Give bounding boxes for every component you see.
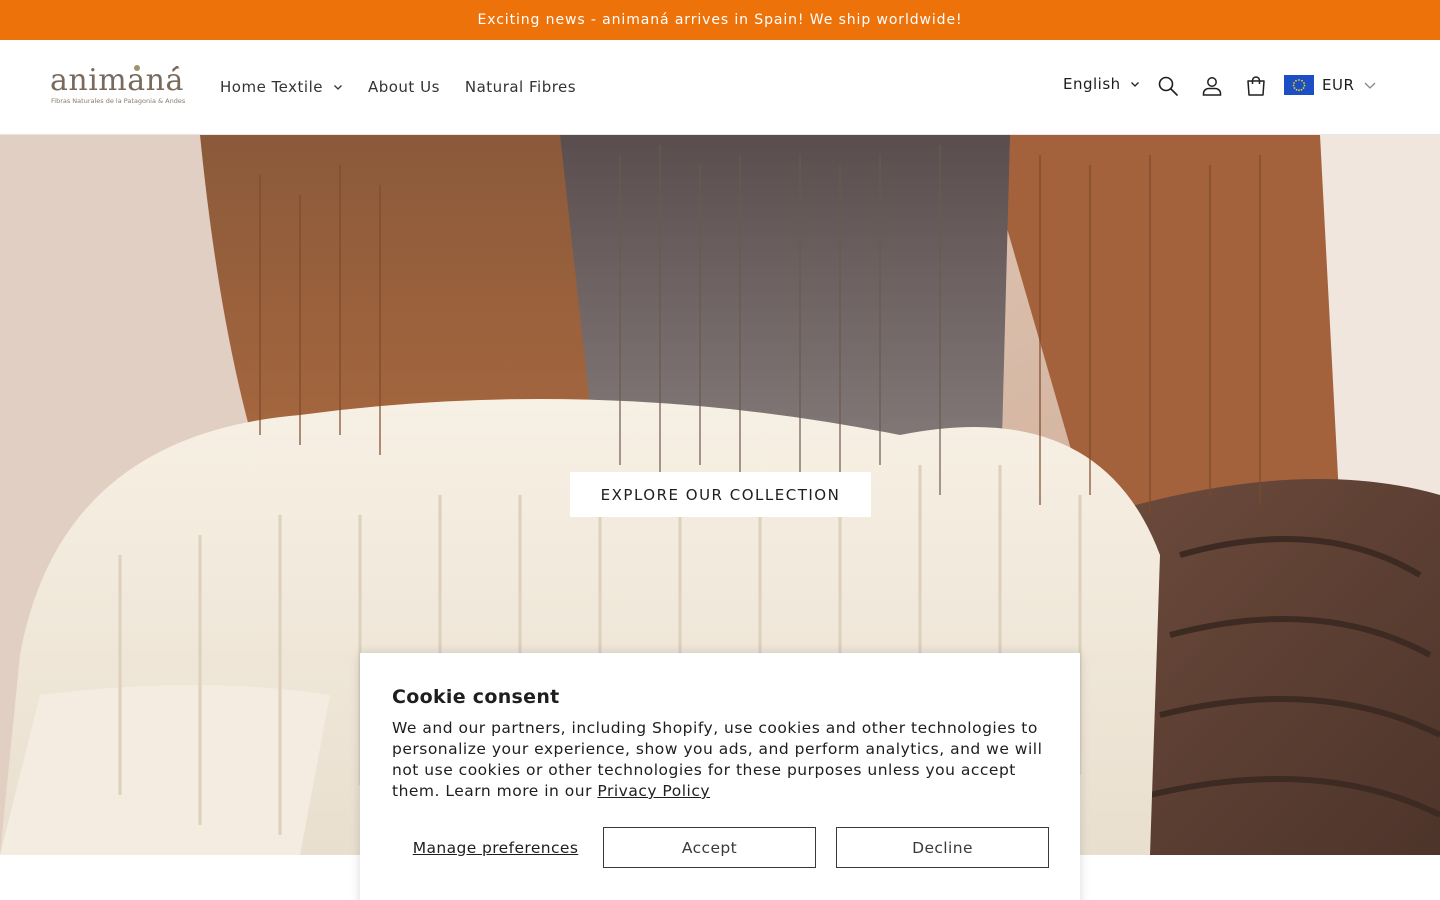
accept-button[interactable]: Accept xyxy=(603,827,816,868)
cookie-body-text: We and our partners, including Shopify, … xyxy=(392,719,1043,800)
language-selector[interactable]: English xyxy=(1063,75,1140,93)
cookie-actions: Manage preferences Accept Decline xyxy=(392,827,1069,868)
language-label: English xyxy=(1063,75,1121,93)
chevron-down-icon xyxy=(1364,82,1376,89)
brand-wordmark: animaná xyxy=(50,63,184,98)
privacy-policy-link[interactable]: Privacy Policy xyxy=(597,782,710,800)
brand-tagline: Fibras Naturales de la Patagonia & Andes xyxy=(51,97,186,105)
brand-logo[interactable]: animaná Fibras Naturales de la Patagonia… xyxy=(50,63,186,108)
cart-icon[interactable] xyxy=(1244,74,1268,98)
account-icon[interactable] xyxy=(1200,74,1224,98)
announcement-bar: Exciting news - animaná arrives in Spain… xyxy=(0,0,1440,40)
chevron-down-icon xyxy=(1130,82,1139,87)
nav-item-label: Natural Fibres xyxy=(464,78,577,96)
nav-item-label: Home Textile xyxy=(220,78,323,96)
announcement-text: Exciting news - animaná arrives in Spain… xyxy=(477,12,963,28)
logo-dot-icon xyxy=(134,65,140,71)
decline-button[interactable]: Decline xyxy=(836,827,1049,868)
currency-selector[interactable]: EUR xyxy=(1284,75,1376,95)
currency-label: EUR xyxy=(1322,76,1355,94)
nav-item-natural-fibres[interactable]: Natural Fibres xyxy=(465,78,576,96)
nav-item-home-textile[interactable]: Home Textile xyxy=(220,78,343,96)
cta-label: EXPLORE OUR COLLECTION xyxy=(600,485,841,504)
search-icon[interactable] xyxy=(1156,74,1180,98)
main-nav: Home Textile About Us Natural Fibres xyxy=(220,40,601,134)
nav-item-about-us[interactable]: About Us xyxy=(368,78,440,96)
cookie-title: Cookie consent xyxy=(392,686,560,708)
cookie-consent-dialog: Cookie consent We and our partners, incl… xyxy=(360,653,1080,900)
nav-item-label: About Us xyxy=(367,78,440,96)
chevron-down-icon xyxy=(334,85,342,90)
eu-flag-icon xyxy=(1284,75,1314,95)
manage-preferences-button[interactable]: Manage preferences xyxy=(392,827,599,868)
site-header: animaná Fibras Naturales de la Patagonia… xyxy=(0,40,1440,135)
explore-collection-button[interactable]: EXPLORE OUR COLLECTION xyxy=(570,472,871,517)
cookie-body: We and our partners, including Shopify, … xyxy=(392,718,1052,802)
